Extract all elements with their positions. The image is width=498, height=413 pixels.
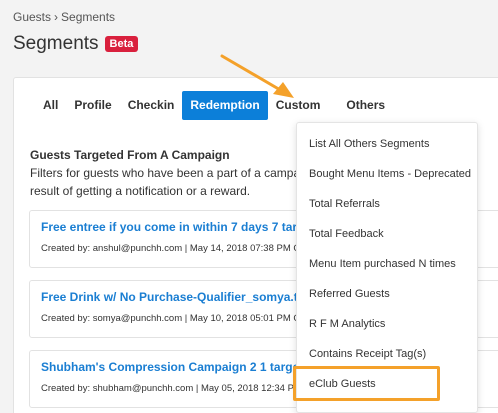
tab-checkin[interactable]: Checkin bbox=[120, 91, 183, 120]
menu-item-total-feedback[interactable]: Total Feedback bbox=[297, 219, 477, 249]
menu-item-total-referrals[interactable]: Total Referrals bbox=[297, 189, 477, 219]
page-title-text: Segments bbox=[13, 33, 99, 54]
page-title: Segments Beta bbox=[13, 33, 139, 55]
tab-all[interactable]: All bbox=[35, 91, 66, 120]
tab-others[interactable]: Others bbox=[338, 91, 393, 120]
segment-tabs: All Profile Checkin Redemption Custom Ot… bbox=[35, 91, 393, 120]
menu-item-rfm-analytics[interactable]: R F M Analytics bbox=[297, 309, 477, 339]
breadcrumb-separator: › bbox=[54, 10, 59, 24]
menu-item-contains-receipt-tags[interactable]: Contains Receipt Tag(s) bbox=[297, 339, 477, 369]
breadcrumb: Guests › Segments bbox=[13, 10, 115, 24]
beta-badge: Beta bbox=[104, 36, 139, 52]
breadcrumb-guests-link[interactable]: Guests bbox=[13, 10, 51, 24]
menu-item-list-all-others[interactable]: List All Others Segments bbox=[297, 129, 477, 159]
tab-profile[interactable]: Profile bbox=[66, 91, 119, 120]
menu-item-referred-guests[interactable]: Referred Guests bbox=[297, 279, 477, 309]
others-dropdown-menu: List All Others Segments Bought Menu Ite… bbox=[296, 122, 478, 413]
menu-item-eclub-guests[interactable]: eClub Guests bbox=[297, 369, 477, 399]
menu-item-bought-menu-items[interactable]: Bought Menu Items - Deprecated bbox=[297, 159, 477, 189]
breadcrumb-current: Segments bbox=[61, 10, 116, 24]
menu-item-menu-item-purchased[interactable]: Menu Item purchased N times bbox=[297, 249, 477, 279]
section-title: Guests Targeted From A Campaign bbox=[30, 148, 230, 162]
annotation-arrow-icon bbox=[220, 54, 294, 98]
